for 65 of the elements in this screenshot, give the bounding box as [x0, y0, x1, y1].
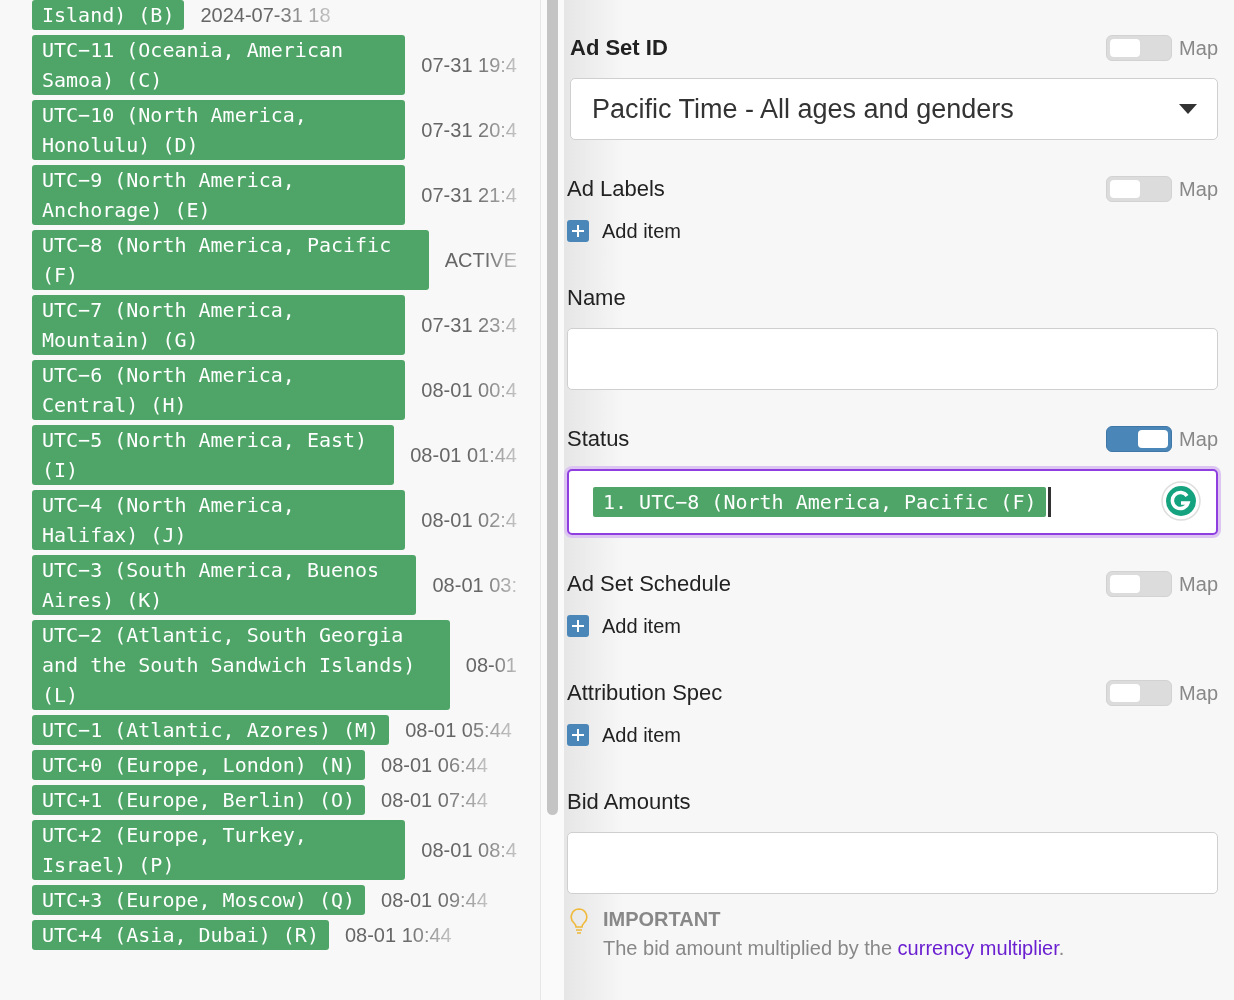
map-label: Map [1179, 572, 1218, 596]
time-label: 08-01 02:4 [421, 508, 517, 532]
map-label: Map [1179, 681, 1218, 705]
scrollbar-thumb[interactable] [547, 0, 558, 815]
map-toggle[interactable] [1106, 426, 1173, 452]
field-label: Name [567, 285, 626, 311]
currency-multiplier-link[interactable]: currency multiplier [897, 937, 1059, 959]
field-label: Attribution Spec [567, 680, 723, 706]
time-label: 08-01 10:44 [344, 923, 452, 947]
add-item-button[interactable]: Add item [567, 723, 681, 747]
time-label: 08-01 07:44 [381, 788, 488, 812]
plus-icon [567, 615, 589, 637]
time-label: 08-01 09:44 [381, 888, 488, 912]
field-label: Status [567, 426, 630, 452]
time-label: 08-01 03: [432, 573, 517, 597]
timezone-tag[interactable]: UTC−10 (North America, Honolulu) (D) [32, 100, 406, 160]
timezone-tag[interactable]: UTC−9 (North America, Anchorage) (E) [32, 165, 406, 225]
field-label: Ad Labels [567, 176, 665, 202]
time-label: 08-01 [465, 653, 517, 677]
time-label: 08-01 00:4 [421, 378, 517, 402]
plus-icon [567, 724, 589, 746]
select-field[interactable]: Pacific Time - All ages and genders [570, 78, 1218, 140]
plus-icon [567, 220, 589, 242]
time-label: 07-31 21:4 [421, 183, 517, 207]
map-label: Map [1179, 177, 1218, 201]
timezone-tag[interactable]: UTC−8 (North America, Pacific (F) [32, 230, 429, 290]
time-label: 2024-07-31 18 [200, 3, 331, 27]
tag-input-field[interactable]: 1. UTC−8 (North America, Pacific (F) [567, 469, 1218, 535]
map-label: Map [1179, 36, 1218, 60]
timezone-tag[interactable]: UTC+3 (Europe, Moscow) (Q) [32, 885, 366, 915]
time-label: ACTIVE [444, 248, 517, 272]
timezone-tag[interactable]: UTC−3 (South America, Buenos Aires) (K) [32, 555, 417, 615]
add-item-button[interactable]: Add item [567, 219, 681, 243]
field-label: Ad Set ID [569, 35, 668, 61]
text-input-field[interactable] [567, 832, 1218, 894]
text-input-field[interactable] [567, 328, 1218, 390]
timezone-tag[interactable]: UTC+1 (Europe, Berlin) (O) [32, 785, 366, 815]
time-label: 08-01 06:44 [381, 753, 488, 777]
time-label: 08-01 05:44 [405, 718, 512, 742]
timezone-tag[interactable]: UTC−4 (North America, Halifax) (J) [32, 490, 406, 550]
note-text: The bid amount multiplied by the currency multiplier. [603, 937, 1065, 960]
time-label: 08-01 08:4 [421, 838, 517, 862]
time-label: 07-31 19:4 [421, 53, 517, 77]
map-label: Map [1179, 427, 1218, 451]
time-label: 07-31 23:4 [421, 313, 517, 337]
caret-icon [1179, 104, 1197, 114]
timezone-tag[interactable]: UTC+0 (Europe, London) (N) [32, 750, 366, 780]
time-label: 08-01 01:44 [410, 443, 517, 467]
add-item-button[interactable]: Add item [567, 614, 681, 638]
timezone-tag[interactable]: UTC−5 (North America, East) (I) [32, 425, 395, 485]
time-label: 07-31 20:4 [421, 118, 517, 142]
note-title: IMPORTANT [603, 908, 722, 931]
timezone-tag[interactable]: Island) (B) [32, 0, 185, 30]
g-circle-icon [1160, 481, 1202, 523]
timezone-tag[interactable]: UTC+4 (Asia, Dubai) (R) [32, 920, 329, 950]
field-label: Ad Set Schedule [567, 571, 731, 597]
field-label: Bid Amounts [567, 789, 691, 815]
timezone-tag[interactable]: UTC−2 (Atlantic, South Georgia and the South Sandwich Islands) (L) [32, 620, 450, 710]
timezone-tag[interactable]: UTC+2 (Europe, Turkey, Israel) (P) [32, 820, 406, 880]
timezone-tag[interactable]: UTC−6 (North America, Central) (H) [32, 360, 406, 420]
timezone-tag[interactable]: UTC−7 (North America, Mountain) (G) [32, 295, 406, 355]
timezone-tag[interactable]: UTC−11 (Oceania, American Samoa) (C) [32, 35, 406, 95]
tag: 1. UTC−8 (North America, Pacific (F) [593, 487, 1047, 517]
lightbulb-icon [569, 908, 589, 934]
timezone-tag[interactable]: UTC−1 (Atlantic, Azores) (M) [32, 715, 390, 745]
